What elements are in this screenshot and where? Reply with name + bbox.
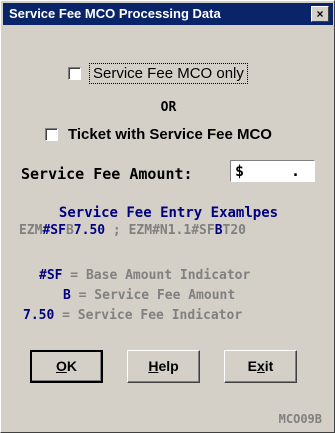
currency-symbol: $ bbox=[235, 162, 245, 180]
exit-label-rest: it bbox=[264, 358, 274, 374]
mco-only-checkbox[interactable] bbox=[68, 67, 81, 80]
mco-only-label: Service Fee MCO only bbox=[89, 63, 248, 84]
ok-button[interactable]: OK bbox=[30, 350, 103, 383]
help-button[interactable]: Help bbox=[127, 350, 200, 383]
dialog-window: Service Fee MCO Processing Data × Servic… bbox=[0, 0, 335, 433]
or-label: OR bbox=[160, 100, 177, 115]
example1-amount: 7.50 bbox=[73, 223, 106, 238]
example1-sf: #SF bbox=[42, 223, 66, 238]
example-separator: ; bbox=[105, 223, 129, 238]
decimal-point: . bbox=[291, 162, 301, 180]
example2-prefix: EZM#N1.1#SF bbox=[128, 223, 215, 238]
ok-label-rest: K bbox=[66, 358, 77, 374]
close-icon: × bbox=[316, 7, 324, 21]
close-button[interactable]: × bbox=[311, 6, 329, 22]
legend-key: B bbox=[63, 288, 71, 303]
exit-mnemonic: x bbox=[256, 358, 265, 374]
examples-title: Service Fee Entry Examlpes bbox=[58, 205, 279, 221]
title-bar: Service Fee MCO Processing Data × bbox=[3, 3, 333, 25]
legend-text: = Service Fee Amount bbox=[70, 288, 236, 303]
legend-row-b: B = Service Fee Amount bbox=[63, 288, 235, 303]
form-code: MCO09B bbox=[278, 412, 322, 426]
example2-suffix: T20 bbox=[222, 223, 246, 238]
example2-b: B bbox=[214, 223, 223, 238]
ticket-option[interactable]: Ticket with Service Fee MCO bbox=[45, 126, 272, 143]
legend-key: 7.50 bbox=[23, 308, 55, 323]
mco-only-option[interactable]: Service Fee MCO only bbox=[68, 63, 248, 84]
amount-input[interactable]: $ . bbox=[230, 160, 315, 182]
example1-prefix: EZM bbox=[19, 223, 43, 238]
ticket-checkbox[interactable] bbox=[45, 128, 58, 141]
legend-text: = Base Amount Indicator bbox=[62, 268, 251, 283]
ok-mnemonic: O bbox=[55, 358, 67, 374]
window-title: Service Fee MCO Processing Data bbox=[9, 6, 221, 21]
legend-row-750: 7.50 = Service Fee Indicator bbox=[23, 308, 242, 323]
legend-row-sf: #SF = Base Amount Indicator bbox=[39, 268, 250, 283]
example1-b: B bbox=[65, 223, 74, 238]
examples-line: EZM#SFB7.50 ; EZM#N1.1#SFBT20 bbox=[19, 223, 246, 238]
legend-text: = Service Fee Indicator bbox=[54, 308, 243, 323]
exit-button[interactable]: Exit bbox=[224, 350, 297, 383]
exit-label-pre: E bbox=[247, 358, 257, 374]
ticket-label: Ticket with Service Fee MCO bbox=[68, 126, 272, 143]
legend-key: #SF bbox=[39, 268, 63, 283]
help-mnemonic: H bbox=[148, 358, 159, 374]
amount-label: Service Fee Amount: bbox=[21, 165, 193, 183]
help-label-rest: elp bbox=[158, 358, 179, 374]
